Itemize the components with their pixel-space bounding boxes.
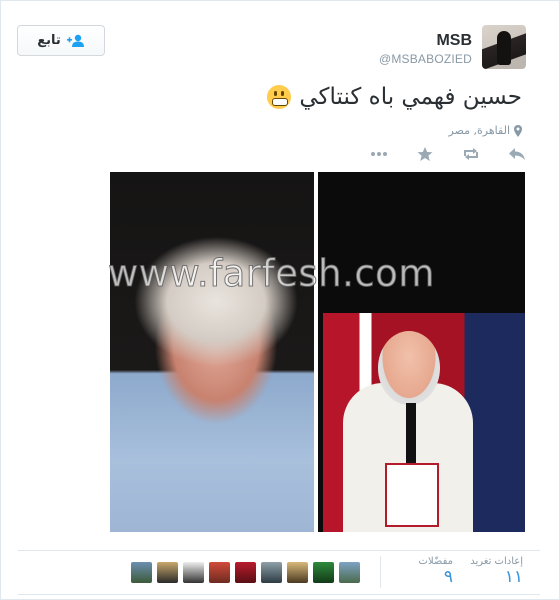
retweet-icon[interactable] (461, 146, 481, 162)
follow-button-label: تابع (37, 33, 61, 48)
tweet-photo-left[interactable] (110, 172, 314, 532)
reply-icon[interactable] (507, 146, 527, 162)
tweet-photo-right[interactable] (318, 172, 525, 532)
favorites-count: ٩ (443, 567, 453, 587)
favoriter-avatar[interactable] (313, 562, 334, 583)
user-avatar[interactable] (482, 25, 526, 69)
tweet-text: حسين فهمي باه كنتاكي (267, 84, 522, 110)
user-display-name[interactable]: MSB (436, 32, 472, 50)
map-pin-icon (514, 124, 522, 137)
more-dots-icon[interactable] (369, 146, 389, 162)
tweet-location-label: القاهرة, مصر (448, 124, 510, 137)
user-handle[interactable]: @MSBABOZIED (379, 52, 472, 66)
favoriter-avatar[interactable] (287, 562, 308, 583)
photo-watermark: www.farfesh.com (108, 252, 435, 296)
favoriter-avatars (131, 562, 360, 583)
stats-separator (380, 556, 381, 588)
favoriter-avatar[interactable] (235, 562, 256, 583)
favorites-label: مفضّلات (418, 556, 453, 567)
favoriter-avatar[interactable] (183, 562, 204, 583)
stats-bottom-border (18, 594, 540, 595)
favoriter-avatar[interactable] (131, 562, 152, 583)
tweet-actions (369, 146, 527, 162)
retweets-stat[interactable]: إعادات تغريد ١١ (470, 556, 523, 587)
favoriter-avatar[interactable] (157, 562, 178, 583)
tweet-text-content: حسين فهمي باه كنتاكي (299, 84, 522, 110)
favoriter-avatar[interactable] (261, 562, 282, 583)
favoriter-avatar[interactable] (339, 562, 360, 583)
retweets-count: ١١ (504, 567, 523, 587)
tweet-location[interactable]: القاهرة, مصر (449, 124, 522, 137)
retweets-label: إعادات تغريد (470, 556, 523, 567)
grimacing-face-emoji-icon (267, 85, 292, 109)
stats-top-border (18, 550, 540, 551)
favoriter-avatar[interactable] (209, 562, 230, 583)
star-icon[interactable] (415, 146, 435, 162)
follow-button[interactable]: تابع (17, 25, 105, 56)
follow-user-icon (66, 34, 84, 47)
favorites-stat[interactable]: مفضّلات ٩ (419, 556, 453, 587)
